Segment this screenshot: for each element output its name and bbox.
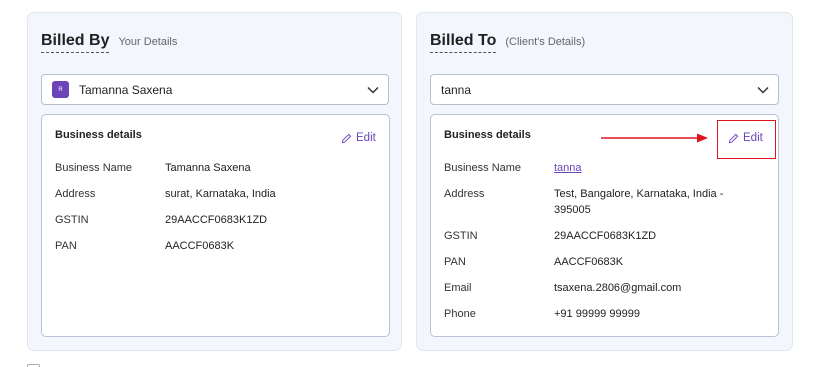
- billed-by-details-list: Business Name Tamanna Saxena Address sur…: [55, 160, 385, 254]
- detail-value: Tamanna Saxena: [165, 162, 251, 174]
- billed-to-details-list: Business Name tanna Address Test, Bangal…: [444, 160, 774, 322]
- detail-label: PAN: [55, 240, 77, 252]
- detail-value: 29AACCF0683K1ZD: [165, 214, 268, 226]
- billed-by-header: Billed By Your Details: [41, 32, 177, 53]
- business-details-title: Business details: [444, 129, 531, 141]
- detail-label: Address: [444, 188, 485, 200]
- client-name-link[interactable]: tanna: [554, 160, 774, 176]
- detail-label: GSTIN: [444, 230, 478, 242]
- detail-label: Business Name: [444, 162, 522, 174]
- billed-to-panel: Billed To (Client's Details) tanna Busin…: [416, 12, 793, 351]
- business-details-title: Business details: [55, 129, 142, 141]
- detail-row-pan: PAN AACCF0683K: [55, 238, 385, 254]
- billed-to-business-card: Business details Edit Business Name tann…: [430, 114, 779, 337]
- detail-row-pan: PAN AACCF0683K: [444, 254, 774, 270]
- billed-to-edit-button[interactable]: Edit: [728, 132, 763, 144]
- billed-by-selected-value: Tamanna Saxena: [79, 82, 173, 97]
- detail-label: Phone: [444, 308, 476, 320]
- detail-value: Test, Bangalore, Karnataka, India - 3950…: [554, 188, 724, 216]
- chevron-down-icon: [757, 86, 769, 94]
- billed-by-select[interactable]: R Tamanna Saxena: [41, 74, 389, 105]
- billed-to-header: Billed To (Client's Details): [430, 32, 585, 53]
- billed-to-subtitle: (Client's Details): [505, 36, 586, 48]
- detail-row-address: Address surat, Karnataka, India: [55, 186, 385, 202]
- business-logo-avatar: R: [52, 81, 69, 98]
- detail-value: 29AACCF0683K1ZD: [554, 230, 657, 242]
- detail-row-gstin: GSTIN 29AACCF0683K1ZD: [444, 228, 774, 244]
- arrow-right-icon: [601, 133, 708, 143]
- detail-label: Business Name: [55, 162, 133, 174]
- edit-label: Edit: [356, 132, 376, 144]
- billed-by-title: Billed By: [41, 32, 110, 53]
- billed-to-title: Billed To: [430, 32, 497, 53]
- business-logo-text: R: [58, 86, 63, 93]
- detail-row-address: Address Test, Bangalore, Karnataka, Indi…: [444, 186, 774, 218]
- detail-value: tsaxena.2806@gmail.com: [554, 282, 682, 294]
- billed-by-subtitle: Your Details: [118, 36, 178, 48]
- pencil-icon: [341, 133, 352, 143]
- detail-row-gstin: GSTIN 29AACCF0683K1ZD: [55, 212, 385, 228]
- chevron-down-icon: [367, 86, 379, 94]
- detail-row-business-name: Business Name Tamanna Saxena: [55, 160, 385, 176]
- detail-row-business-name: Business Name tanna: [444, 160, 774, 176]
- pencil-icon: [728, 133, 739, 143]
- detail-row-phone: Phone +91 99999 99999: [444, 306, 774, 322]
- detail-label: GSTIN: [55, 214, 89, 226]
- billed-to-select[interactable]: tanna: [430, 74, 779, 105]
- detail-label: PAN: [444, 256, 466, 268]
- detail-row-email: Email tsaxena.2806@gmail.com: [444, 280, 774, 296]
- billed-to-selected-value: tanna: [441, 82, 472, 97]
- detail-value: surat, Karnataka, India: [165, 188, 276, 200]
- billed-by-panel: Billed By Your Details R Tamanna Saxena …: [27, 12, 402, 351]
- detail-value: AACCF0683K: [554, 256, 624, 268]
- detail-label: Email: [444, 282, 472, 294]
- detail-label: Address: [55, 188, 96, 200]
- billed-by-business-card: Business details Edit Business Name Tama…: [41, 114, 390, 337]
- detail-value: AACCF0683K: [165, 240, 235, 252]
- edit-label: Edit: [743, 132, 763, 144]
- billed-by-edit-button[interactable]: Edit: [341, 132, 376, 144]
- detail-value: +91 99999 99999: [554, 308, 640, 320]
